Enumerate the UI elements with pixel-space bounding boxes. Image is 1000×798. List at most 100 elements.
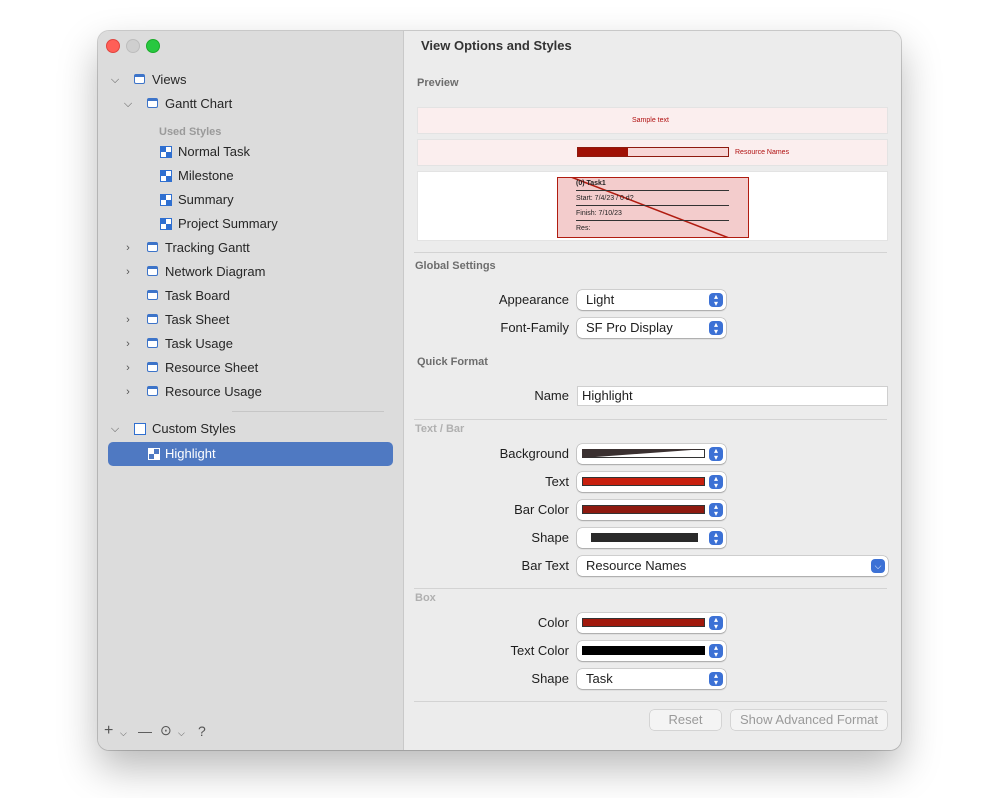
chevron-right-icon[interactable]: › (123, 357, 133, 379)
divider (414, 252, 887, 253)
name-field[interactable]: Highlight (577, 386, 888, 406)
chevron-up-down-icon: ▴ ▾ (709, 503, 723, 518)
box-text-color-swatch (582, 646, 705, 655)
global-settings-header: Global Settings (415, 260, 496, 272)
preview-bar-row: Resource Names (417, 139, 888, 166)
sidebar-item-views[interactable]: ⌵ Views (110, 69, 390, 91)
sidebar-item-task-board[interactable]: Task Board (123, 285, 393, 307)
appearance-popup[interactable]: Light ▴ ▾ (577, 290, 726, 310)
plus-icon[interactable]: + (104, 722, 113, 740)
style-icon (160, 146, 172, 158)
font-family-label: Font-Family (500, 320, 569, 335)
reset-button[interactable]: Reset (650, 710, 721, 730)
page-title: View Options and Styles (421, 38, 572, 53)
chevron-right-icon[interactable]: › (123, 237, 133, 259)
sidebar-item-label: Resource Usage (165, 384, 262, 399)
chevron-right-icon[interactable]: › (123, 261, 133, 283)
box-shape-popup[interactable]: Task ▴ ▾ (577, 669, 726, 689)
name-label: Name (534, 388, 569, 403)
chevron-down-icon[interactable]: ⌵ (110, 418, 120, 440)
window-icon (134, 74, 145, 84)
close-button[interactable] (106, 39, 120, 53)
box-color-label: Color (537, 615, 569, 630)
sidebar-item-tracking-gantt[interactable]: › Tracking Gantt (123, 237, 393, 259)
window-icon (147, 98, 158, 108)
divider (414, 701, 887, 702)
sidebar-item-task-sheet[interactable]: › Task Sheet (123, 309, 393, 331)
chevron-right-icon[interactable]: › (123, 309, 133, 331)
sidebar-item-gantt-chart[interactable]: ⌵ Gantt Chart (123, 93, 393, 115)
chevron-up-down-icon: ▴ ▾ (709, 321, 723, 336)
chevron-down-icon[interactable]: ⌵ (110, 69, 120, 91)
chevron-right-icon[interactable]: › (123, 381, 133, 403)
preview-box-line (576, 220, 729, 221)
sidebar-item-milestone[interactable]: Milestone (160, 165, 390, 187)
sidebar-item-network-diagram[interactable]: › Network Diagram (123, 261, 393, 283)
sidebar-bottom-bar: + ⌵ — ⊙ ⌵ ? (98, 720, 403, 750)
divider (414, 419, 887, 420)
sidebar-item-label: Task Board (165, 288, 231, 303)
sidebar-separator (232, 411, 384, 412)
sidebar-item-label: Views (152, 72, 187, 87)
text-color-popup[interactable]: ▴ ▾ (577, 472, 726, 492)
window: ⌵ Views ⌵ Gantt Chart Used Styles Normal… (98, 31, 901, 750)
preview-box-task: (0) Task1 (576, 180, 606, 187)
box-header: Box (415, 592, 436, 604)
style-icon (148, 448, 160, 460)
minimize-button[interactable] (126, 39, 140, 53)
font-family-popup[interactable]: SF Pro Display ▴ ▾ (577, 318, 726, 338)
style-icon (160, 194, 172, 206)
appearance-label: Appearance (498, 292, 569, 307)
bar-text-popup[interactable]: Resource Names ⌵ (577, 556, 888, 576)
preview-sample-text: Sample text (632, 117, 669, 124)
bar-color-popup[interactable]: ▴ ▾ (577, 500, 726, 520)
minus-icon[interactable]: — (138, 723, 152, 739)
box-shape-value: Task (586, 671, 613, 686)
background-label: Background (499, 446, 569, 461)
sidebar-item-custom-styles[interactable]: ⌵ Custom Styles (110, 418, 390, 440)
background-color-popup[interactable]: ▴ ▾ (577, 444, 726, 464)
sidebar-item-label: Resource Sheet (165, 360, 259, 375)
show-advanced-format-button[interactable]: Show Advanced Format (731, 710, 887, 730)
box-color-popup[interactable]: ▴ ▾ (577, 613, 726, 633)
sidebar-item-resource-sheet[interactable]: › Resource Sheet (123, 357, 393, 379)
sidebar-item-summary[interactable]: Summary (160, 189, 390, 211)
preview-network-box: (0) Task1 Start: 7/4/23 / 0 d? Finish: 7… (557, 177, 749, 238)
chevron-right-icon[interactable]: › (123, 333, 133, 355)
window-icon (147, 362, 158, 372)
chevron-down-icon: ⌵ (871, 559, 885, 573)
chevron-up-down-icon: ▴ ▾ (709, 293, 723, 308)
sidebar-item-normal-task[interactable]: Normal Task (160, 141, 390, 163)
box-color-swatch (582, 618, 705, 627)
sidebar-item-task-usage[interactable]: › Task Usage (123, 333, 393, 355)
chevron-down-icon[interactable]: ⌵ (120, 728, 127, 739)
bar-color-swatch (582, 505, 705, 514)
quick-format-header: Quick Format (417, 356, 488, 368)
window-icon (147, 338, 158, 348)
window-icon (147, 314, 158, 324)
box-text-color-popup[interactable]: ▴ ▾ (577, 641, 726, 661)
used-styles-header: Used Styles (159, 126, 222, 138)
shape-popup[interactable]: ▴ ▾ (577, 528, 726, 548)
window-icon (147, 386, 158, 396)
sidebar-item-label: Gantt Chart (165, 96, 233, 111)
text-bar-header: Text / Bar (415, 423, 465, 435)
sidebar-item-highlight[interactable]: Highlight (108, 442, 393, 466)
box-text-color-label: Text Color (510, 643, 569, 658)
chevron-up-down-icon: ▴ ▾ (709, 447, 723, 462)
zoom-button[interactable] (146, 39, 160, 53)
help-icon[interactable]: ? (198, 723, 206, 739)
preview-bar-fill (578, 148, 628, 156)
chevron-down-icon[interactable]: ⌵ (123, 93, 133, 115)
ellipsis-circle-icon[interactable]: ⊙ (160, 722, 172, 739)
chevron-down-icon[interactable]: ⌵ (178, 728, 185, 739)
sidebar-item-project-summary[interactable]: Project Summary (160, 213, 390, 235)
sidebar-item-label: Normal Task (178, 144, 251, 159)
window-icon (147, 290, 158, 300)
preview-header: Preview (417, 77, 459, 89)
custom-styles-icon (134, 423, 146, 435)
sidebar-item-resource-usage[interactable]: › Resource Usage (123, 381, 393, 403)
chevron-up-down-icon: ▴ ▾ (709, 672, 723, 687)
style-icon (160, 218, 172, 230)
preview-box-line (576, 190, 729, 191)
